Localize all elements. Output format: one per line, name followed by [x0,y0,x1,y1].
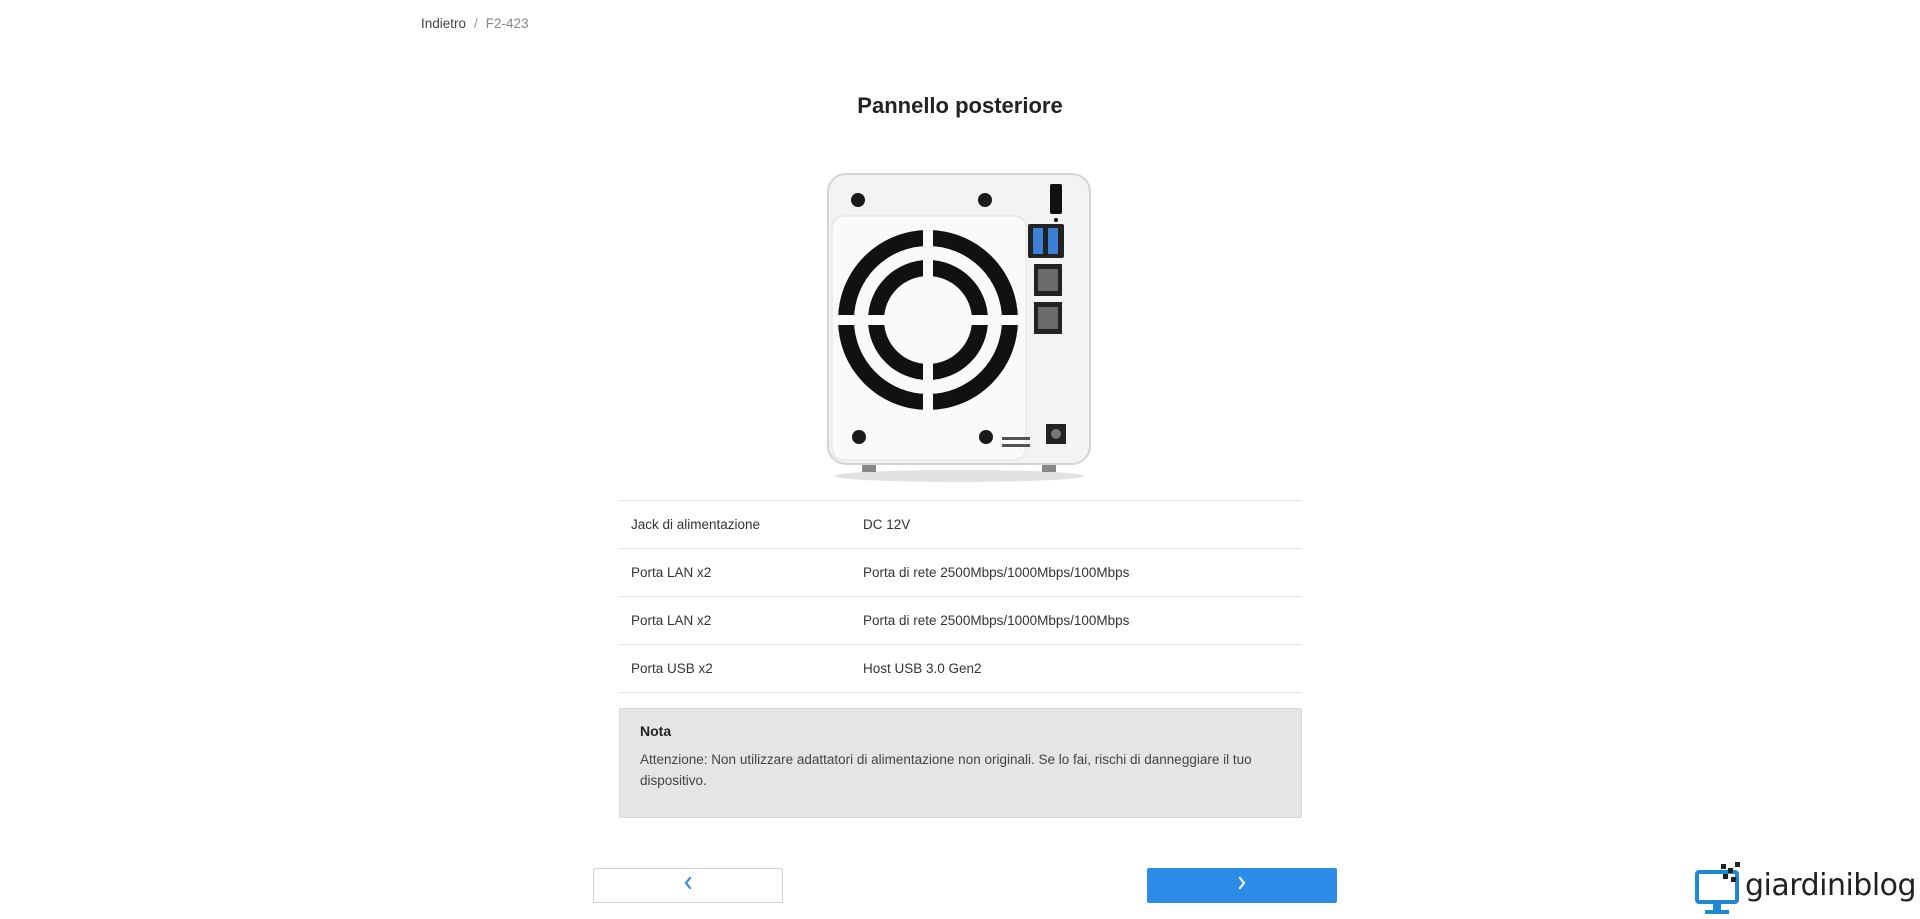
nas-rear-panel-image [826,172,1092,484]
table-row: Jack di alimentazione DC 12V [619,500,1302,549]
breadcrumb-separator: / [474,16,478,31]
page-title: Pannello posteriore [857,93,1063,118]
spec-value: Host USB 3.0 Gen2 [851,644,1302,693]
breadcrumb-back-link[interactable]: Indietro [421,16,466,31]
chevron-left-icon [683,876,693,895]
next-button[interactable] [1147,868,1337,903]
watermark-text: giardiniblog [1745,868,1917,903]
spec-label: Jack di alimentazione [619,500,851,549]
table-row: Porta USB x2 Host USB 3.0 Gen2 [619,644,1302,693]
spec-value: Porta di rete 2500Mbps/1000Mbps/100Mbps [851,548,1302,597]
previous-button[interactable] [593,868,783,903]
note-text: Attenzione: Non utilizzare adattatori di… [640,752,1252,788]
note-title: Nota [640,723,672,739]
table-row: Porta LAN x2 Porta di rete 2500Mbps/1000… [619,596,1302,645]
breadcrumb-current: F2-423 [485,16,529,31]
chevron-right-icon [1237,876,1247,895]
table-row: Porta LAN x2 Porta di rete 2500Mbps/1000… [619,548,1302,597]
breadcrumb: Indietro / F2-423 [421,16,529,31]
watermark-logo: giardiniblog [1693,860,1917,916]
note-box: Nota Attenzione: Non utilizzare adattato… [619,708,1302,818]
spec-label: Porta LAN x2 [619,596,851,645]
spec-value: DC 12V [851,500,1302,549]
spec-value: Porta di rete 2500Mbps/1000Mbps/100Mbps [851,596,1302,645]
spec-table: Jack di alimentazione DC 12V Porta LAN x… [619,500,1302,693]
spec-label: Porta USB x2 [619,644,851,693]
spec-label: Porta LAN x2 [619,548,851,597]
